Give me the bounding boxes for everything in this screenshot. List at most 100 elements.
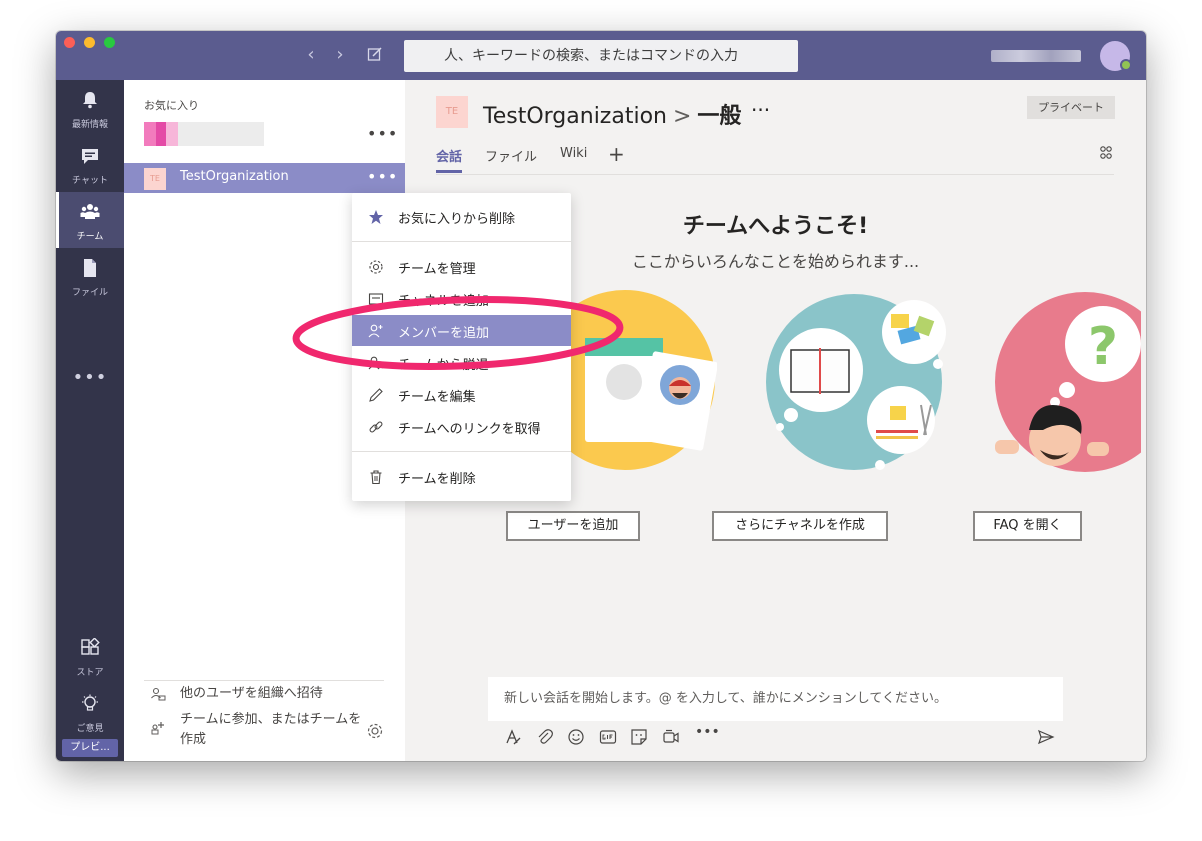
send-icon[interactable]: [1037, 728, 1055, 746]
invite-link[interactable]: 他のユーザを組織へ招待: [180, 684, 323, 704]
channels-illustration: [766, 294, 946, 470]
title-bar: ‹ › 人、キーワードの検索、またはコマンドの入力: [56, 31, 1146, 80]
forward-arrow-icon[interactable]: ›: [332, 45, 348, 65]
breadcrumb-separator: >: [672, 104, 692, 129]
add-users-button[interactable]: ユーザーを追加: [506, 511, 640, 541]
channel-more-options-icon[interactable]: ···: [751, 98, 770, 122]
menu-item-label: チームへのリンクを取得: [398, 422, 541, 437]
menu-item-get-link[interactable]: チームへのリンクを取得: [352, 411, 571, 442]
breadcrumb-team[interactable]: TestOrganization: [483, 104, 667, 129]
pencil-icon: [369, 388, 383, 402]
menu-item-label: チームから脱退: [398, 358, 489, 373]
more-apps-icon[interactable]: •••: [56, 367, 124, 388]
rail-item-label: ご意見: [76, 724, 104, 734]
team-badge: TE: [436, 96, 468, 128]
menu-item-label: チームを管理: [398, 262, 476, 277]
join-create-team-link[interactable]: チームに参加、またはチームを 作成: [180, 710, 361, 750]
menu-item-remove-favorite[interactable]: お気に入りから削除: [352, 201, 571, 232]
gif-icon[interactable]: [599, 728, 617, 746]
link-icon: [369, 421, 383, 433]
team-name: TestOrganization: [180, 169, 289, 184]
menu-item-manage-team[interactable]: チームを管理: [352, 251, 571, 282]
join-create-line-1: チームに参加、またはチームを: [180, 712, 362, 727]
compose-icon[interactable]: [367, 46, 383, 62]
file-icon: [84, 259, 96, 277]
store-icon: [81, 638, 100, 655]
divider: [144, 680, 384, 681]
rail-item-teams[interactable]: チーム: [56, 192, 124, 248]
menu-divider: [352, 451, 571, 452]
trash-icon: [370, 470, 382, 485]
team-context-menu: お気に入りから削除 チームを管理 チャネルを追加 メンバーを追加 チームから脱退: [352, 193, 571, 501]
teams-window: ‹ › 人、キーワードの検索、またはコマンドの入力 最新情報 チャット チーム …: [56, 31, 1146, 761]
menu-item-label: お気に入りから削除: [398, 212, 516, 227]
attach-icon[interactable]: [536, 728, 554, 746]
invite-people-icon: [151, 687, 166, 701]
add-tab-icon[interactable]: +: [608, 142, 625, 166]
minimize-window-button[interactable]: [84, 37, 95, 48]
gear-icon: [369, 260, 383, 274]
team-row-selected[interactable]: TE TestOrganization •••: [124, 163, 405, 193]
faq-illustration: ?: [995, 292, 1141, 472]
compose-message-input[interactable]: 新しい会話を開始します。@ を入力して、誰かにメンションしてください。: [488, 677, 1063, 721]
team-more-options-icon[interactable]: •••: [367, 124, 398, 143]
rail-item-chat[interactable]: チャット: [56, 136, 124, 192]
chat-icon: [82, 149, 98, 164]
tab-files[interactable]: ファイル: [485, 146, 537, 165]
divider: [436, 174, 1114, 175]
meet-now-icon[interactable]: [662, 728, 680, 746]
rail-item-activity[interactable]: 最新情報: [56, 80, 124, 136]
open-faq-button[interactable]: FAQ を開く: [973, 511, 1082, 541]
favorites-header: お気に入り: [144, 99, 199, 112]
preview-badge[interactable]: プレビ...: [62, 739, 118, 757]
add-person-icon: [368, 324, 383, 338]
search-input[interactable]: 人、キーワードの検索、またはコマンドの入力: [404, 40, 798, 72]
menu-item-delete-team[interactable]: チームを削除: [352, 461, 571, 492]
rail-item-label: チーム: [76, 232, 104, 242]
menu-item-label: チャネルを追加: [398, 294, 489, 309]
gear-icon[interactable]: [366, 722, 384, 740]
close-window-button[interactable]: [64, 37, 75, 48]
join-create-line-2: 作成: [180, 732, 207, 747]
team-more-options-icon[interactable]: •••: [367, 167, 398, 186]
lightbulb-icon: [82, 694, 98, 711]
rail-item-feedback[interactable]: ご意見: [56, 684, 124, 740]
breadcrumb-channel: 一般: [697, 104, 742, 129]
join-team-icon: [151, 722, 164, 735]
user-name-redacted: [991, 50, 1081, 62]
tab-wiki[interactable]: Wiki: [560, 146, 587, 161]
format-icon[interactable]: [504, 728, 522, 746]
sticker-icon[interactable]: [630, 728, 648, 746]
team-badge: TE: [144, 168, 166, 190]
rail-item-label: ストア: [76, 668, 104, 678]
rail-item-label: ファイル: [71, 288, 108, 298]
leave-icon: [368, 356, 384, 370]
rail-item-label: 最新情報: [71, 120, 108, 130]
menu-item-add-channel[interactable]: チャネルを追加: [352, 283, 571, 314]
presence-available-icon: [1120, 59, 1132, 71]
rail-item-label: チャット: [72, 176, 108, 186]
more-options-icon[interactable]: •••: [695, 724, 720, 742]
rail-item-files[interactable]: ファイル: [56, 248, 124, 304]
teams-icon: [80, 204, 100, 219]
team-members-icon[interactable]: [1098, 145, 1114, 161]
create-channels-button[interactable]: さらにチャネルを作成: [712, 511, 888, 541]
menu-divider: [352, 241, 571, 242]
private-button[interactable]: プライベート: [1027, 96, 1115, 119]
page-title: TestOrganization > 一般: [483, 98, 741, 130]
favorite-team-redacted[interactable]: [144, 122, 264, 146]
emoji-icon[interactable]: [567, 728, 585, 746]
app-rail: 最新情報 チャット チーム ファイル ••• ストア ご意見 プレビ...: [56, 80, 124, 761]
menu-item-label: チームを削除: [398, 472, 476, 487]
bell-icon: [83, 92, 97, 109]
menu-item-label: チームを編集: [398, 390, 476, 405]
tab-conversations[interactable]: 会話: [436, 146, 463, 173]
star-icon: [369, 210, 383, 224]
menu-item-leave-team[interactable]: チームから脱退: [352, 347, 571, 378]
back-arrow-icon[interactable]: ‹: [303, 45, 319, 65]
maximize-window-button[interactable]: [104, 37, 115, 48]
rail-item-store[interactable]: ストア: [56, 628, 124, 684]
menu-item-label: メンバーを追加: [398, 326, 490, 341]
menu-item-add-member[interactable]: メンバーを追加: [352, 315, 571, 346]
menu-item-edit-team[interactable]: チームを編集: [352, 379, 571, 410]
